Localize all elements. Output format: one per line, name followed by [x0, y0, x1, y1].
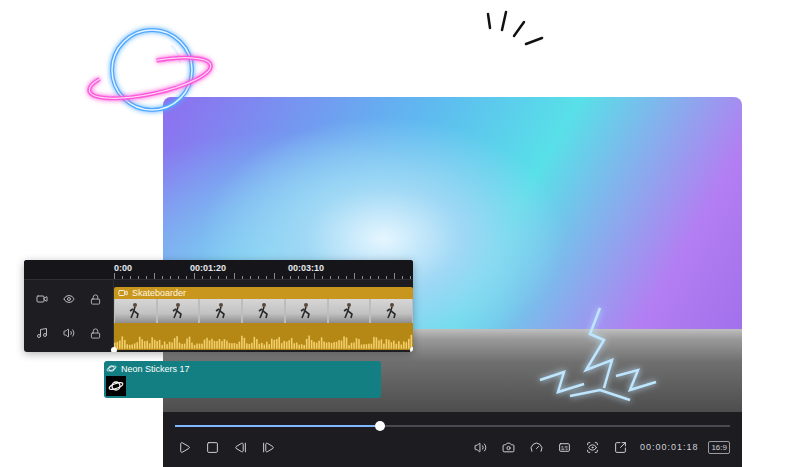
clip-header: Skateboarder — [114, 287, 413, 299]
ruler-ticks-icon — [114, 273, 413, 279]
clip-thumbnail — [286, 299, 327, 323]
stop-icon — [206, 441, 219, 454]
clip-thumbnail — [115, 299, 156, 323]
timeline-panel: 0:0000:01:2000:03:10 Skateboarder — [24, 260, 413, 352]
clip-thumbnail — [371, 299, 412, 323]
camera-icon — [502, 441, 515, 454]
skater-thumb-icon — [300, 302, 312, 320]
music-icon — [36, 327, 48, 339]
neon-planet-icon — [80, 18, 220, 128]
ruler-label: 0:00 — [114, 263, 190, 273]
layer-controls — [24, 280, 114, 352]
sticker-label: Neon Stickers 17 — [121, 364, 190, 374]
export-icon — [614, 441, 627, 454]
timecode: 00:00:01:18 — [640, 442, 699, 452]
progress-knob[interactable] — [375, 421, 385, 431]
timeline-header-corner — [24, 260, 114, 280]
stop-button[interactable] — [203, 438, 221, 456]
progress-track[interactable] — [175, 425, 730, 427]
clip-trim-handle[interactable] — [410, 347, 413, 352]
export-button[interactable] — [612, 438, 630, 456]
video-clip[interactable]: Skateboarder — [114, 287, 413, 350]
ruler-label: 00:01:20 — [190, 263, 288, 273]
audio-layer-row — [24, 327, 113, 339]
captions-icon — [558, 441, 571, 454]
clip-thumbnail — [200, 299, 241, 323]
scan-icon — [586, 441, 599, 454]
play-icon — [178, 441, 191, 454]
tools-group: 00:00:01:18 16:9 — [472, 438, 730, 456]
sticker-clip[interactable]: Neon Stickers 17 — [104, 361, 381, 398]
planet-thumbnail-icon — [108, 378, 124, 394]
editor-showcase: 00:00:01:18 16:9 0:0000:01:2000:03:10 Skate… — [0, 0, 800, 467]
ruler-label: 00:03:10 — [288, 263, 413, 273]
speaker-icon[interactable] — [63, 327, 75, 339]
track-area: Skateboarder — [114, 280, 413, 352]
timeline-ruler[interactable]: 0:0000:01:2000:03:10 — [114, 260, 413, 280]
control-row: 00:00:01:18 16:9 — [175, 438, 730, 456]
step-forward-icon — [262, 441, 275, 454]
skater-thumb-icon — [343, 302, 355, 320]
speed-button[interactable] — [528, 438, 546, 456]
skater-thumb-icon — [129, 302, 141, 320]
video-layer-row — [24, 293, 113, 305]
clip-thumbnails — [114, 299, 413, 323]
play-button[interactable] — [175, 438, 193, 456]
skater-thumb-icon — [258, 302, 270, 320]
clip-thumbnail — [243, 299, 284, 323]
clip-video-icon — [118, 288, 128, 298]
clip-trim-handle[interactable] — [111, 347, 117, 352]
clip-thumbnail — [329, 299, 370, 323]
aspect-ratio-button[interactable]: 16:9 — [708, 441, 730, 454]
video-camera-icon — [36, 293, 48, 305]
sticker-planet-icon — [106, 363, 117, 374]
zoom-button[interactable] — [584, 438, 602, 456]
skater-thumb-icon — [172, 302, 184, 320]
lightning-effect-icon — [520, 300, 670, 410]
progress-fill — [175, 425, 380, 427]
next-frame-button[interactable] — [259, 438, 277, 456]
skater-thumb-icon — [215, 302, 227, 320]
clip-label: Skateboarder — [132, 288, 186, 298]
speed-icon — [530, 441, 543, 454]
lock-icon[interactable] — [90, 294, 101, 305]
transport-group — [175, 438, 277, 456]
volume-icon — [474, 441, 487, 454]
previous-frame-button[interactable] — [231, 438, 249, 456]
volume-button[interactable] — [472, 438, 490, 456]
sticker-thumbnail — [106, 376, 126, 396]
audio-waveform-icon — [114, 323, 413, 350]
captions-button[interactable] — [556, 438, 574, 456]
clip-thumbnail — [158, 299, 199, 323]
snapshot-button[interactable] — [500, 438, 518, 456]
lock-icon[interactable] — [90, 328, 101, 339]
step-back-icon — [234, 441, 247, 454]
player-controls: 00:00:01:18 16:9 — [163, 412, 742, 467]
visibility-icon[interactable] — [63, 293, 75, 305]
sticker-header: Neon Stickers 17 — [106, 363, 379, 374]
surprise-lines-icon — [480, 8, 552, 60]
skater-thumb-icon — [386, 302, 398, 320]
